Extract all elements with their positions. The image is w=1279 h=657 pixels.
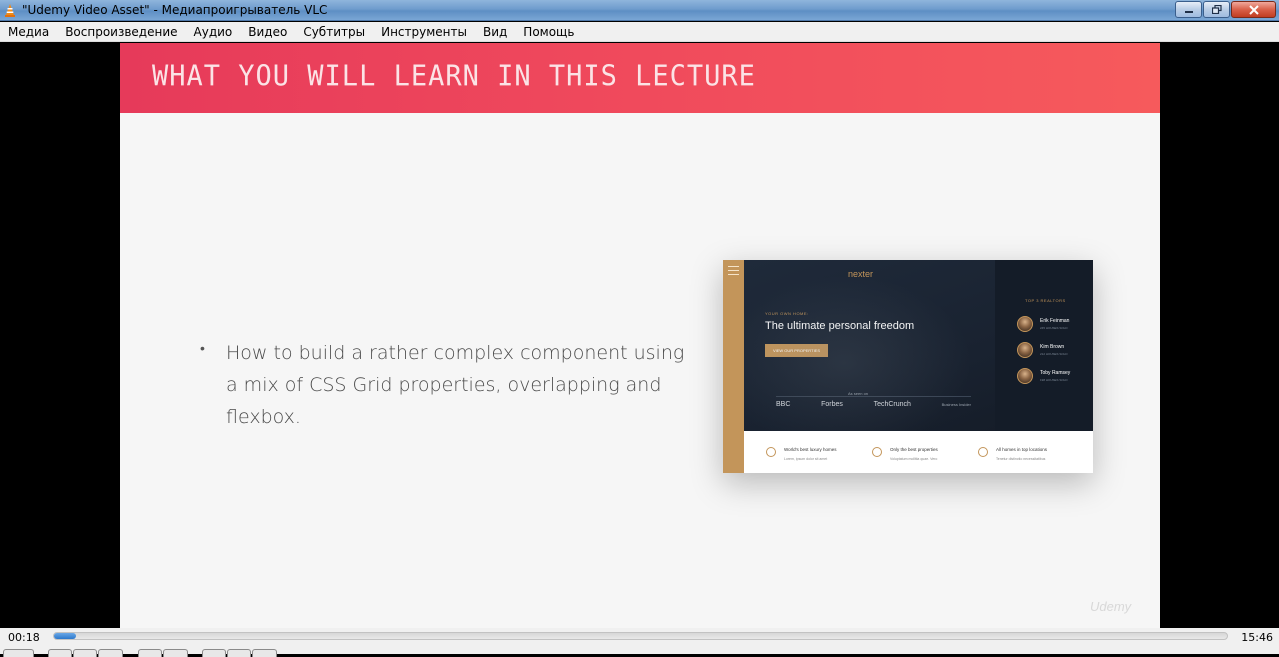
menu-bar: Медиа Воспроизведение Аудио Видео Субтит… bbox=[0, 22, 1279, 42]
current-time: 00:18 bbox=[8, 631, 40, 644]
realtor-name: Kim Brown bbox=[1040, 344, 1065, 350]
bullet-marker: • bbox=[200, 340, 205, 356]
restore-icon[interactable] bbox=[1203, 1, 1230, 18]
menu-playback[interactable]: Воспроизведение bbox=[57, 25, 185, 39]
preview-features: World's best luxury homes Lorem, ipsum do… bbox=[744, 431, 1093, 473]
slide-header: WHAT YOU WILL LEARN IN THIS LECTURE bbox=[120, 43, 1160, 113]
feature-item: All homes in top locations Tenetur distin… bbox=[978, 447, 1047, 461]
window-title: "Udemy Video Asset" - Медиапроигрыватель… bbox=[22, 3, 328, 17]
preview-hero: nexter YOUR OWN HOME: The ultimate perso… bbox=[744, 260, 1093, 431]
menu-video[interactable]: Видео bbox=[240, 25, 295, 39]
loop-button[interactable] bbox=[227, 649, 251, 657]
bullet-text: How to build a rather complex component … bbox=[226, 342, 685, 428]
previous-button[interactable] bbox=[48, 649, 72, 657]
map-pin-icon bbox=[978, 447, 988, 457]
total-time: 15:46 bbox=[1241, 631, 1273, 644]
preview-sidebar bbox=[723, 260, 744, 473]
realtor-item: Erik Feinman 245 HOUSES SOLD bbox=[1017, 316, 1069, 332]
realtor-name: Toby Ramsey bbox=[1040, 370, 1071, 376]
playlist-button[interactable] bbox=[202, 649, 226, 657]
realtor-sub: 212 HOUSES SOLD bbox=[1040, 352, 1068, 356]
player-controls: 00:18 15:46 bbox=[0, 628, 1279, 657]
stop-button[interactable] bbox=[73, 649, 97, 657]
slide-title: WHAT YOU WILL LEARN IN THIS LECTURE bbox=[152, 60, 756, 93]
avatar bbox=[1017, 342, 1033, 358]
preview-seen-on: As seen on bbox=[848, 391, 869, 396]
realtor-sub: 245 HOUSES SOLD bbox=[1040, 326, 1068, 330]
fullscreen-button[interactable] bbox=[138, 649, 162, 657]
window-title-bar[interactable]: "Udemy Video Asset" - Медиапроигрыватель… bbox=[0, 0, 1279, 21]
udemy-watermark: Udemy bbox=[1090, 599, 1132, 614]
lecture-slide: WHAT YOU WILL LEARN IN THIS LECTURE • Ho… bbox=[120, 43, 1160, 628]
vlc-cone-icon bbox=[3, 3, 17, 17]
menu-help[interactable]: Помощь bbox=[515, 25, 582, 39]
brand-bbc: BBC bbox=[776, 401, 791, 408]
preview-cta-button: VIEW OUR PROPERTIES bbox=[765, 344, 828, 357]
play-button[interactable] bbox=[3, 649, 34, 657]
preview-logo: nexter bbox=[848, 269, 874, 279]
seek-progress bbox=[54, 633, 77, 639]
website-preview-image: nexter YOUR OWN HOME: The ultimate perso… bbox=[723, 260, 1093, 473]
menu-audio[interactable]: Аудио bbox=[186, 25, 241, 39]
seek-bar[interactable] bbox=[53, 632, 1228, 640]
feature-sub: Lorem, ipsum dolor sit amet bbox=[784, 457, 828, 461]
feature-title: Only the best properties bbox=[890, 447, 938, 452]
menu-tools[interactable]: Инструменты bbox=[373, 25, 475, 39]
avatar bbox=[1017, 316, 1033, 332]
brand-techcrunch: TechCrunch bbox=[873, 401, 911, 408]
close-icon[interactable] bbox=[1231, 1, 1276, 18]
preview-brands: BBC Forbes TechCrunch Business Insider bbox=[776, 401, 971, 408]
menu-view[interactable]: Вид bbox=[475, 25, 515, 39]
hamburger-icon bbox=[728, 266, 739, 278]
preview-realtors: TOP 3 REALTORS Erik Feinman 245 HOUSES SO… bbox=[995, 260, 1093, 431]
feature-item: World's best luxury homes Lorem, ipsum do… bbox=[766, 447, 837, 461]
preview-divider bbox=[776, 396, 971, 397]
brand-business-insider: Business Insider bbox=[941, 402, 971, 407]
next-button[interactable] bbox=[98, 649, 123, 657]
menu-media[interactable]: Медиа bbox=[0, 25, 57, 39]
globe-icon bbox=[766, 447, 776, 457]
feature-title: All homes in top locations bbox=[996, 447, 1048, 452]
preview-eyebrow: YOUR OWN HOME: bbox=[765, 311, 809, 316]
trophy-icon bbox=[872, 447, 882, 457]
feature-title: World's best luxury homes bbox=[784, 447, 837, 452]
minimize-icon[interactable] bbox=[1175, 1, 1202, 18]
shuffle-button[interactable] bbox=[252, 649, 277, 657]
realtor-name: Erik Feinman bbox=[1040, 318, 1070, 324]
feature-sub: Tenetur distinctio necessitatibus bbox=[996, 457, 1046, 461]
menu-subtitles[interactable]: Субтитры bbox=[295, 25, 373, 39]
realtor-sub: 198 HOUSES SOLD bbox=[1040, 378, 1068, 382]
preview-headline: The ultimate personal freedom bbox=[765, 320, 915, 332]
brand-forbes: Forbes bbox=[821, 401, 843, 408]
realtor-item: Toby Ramsey 198 HOUSES SOLD bbox=[1017, 368, 1070, 384]
video-area[interactable]: WHAT YOU WILL LEARN IN THIS LECTURE • Ho… bbox=[0, 43, 1279, 628]
extended-settings-button[interactable] bbox=[163, 649, 188, 657]
feature-item: Only the best properties Voluptatum molli… bbox=[872, 447, 938, 461]
realtor-item: Kim Brown 212 HOUSES SOLD bbox=[1017, 342, 1068, 358]
avatar bbox=[1017, 368, 1033, 384]
feature-sub: Voluptatum mollitia quae. Vero bbox=[890, 457, 938, 461]
realtors-title: TOP 3 REALTORS bbox=[1025, 298, 1066, 303]
